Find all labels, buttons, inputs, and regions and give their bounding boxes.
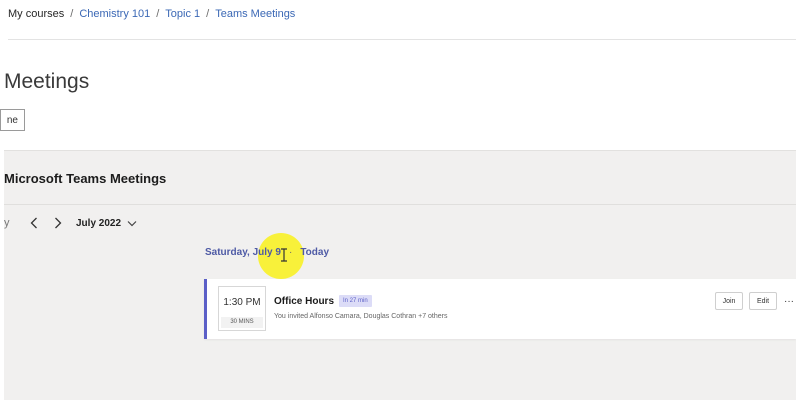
page-action-button[interactable]: ne [0,109,25,131]
month-selector[interactable]: July 2022 [76,218,121,229]
breadcrumb-chemistry-101[interactable]: Chemistry 101 [79,8,150,20]
chevron-left-icon[interactable] [22,213,46,233]
page: My courses / Chemistry 101 / Topic 1 / T… [0,0,796,400]
breadcrumb: My courses / Chemistry 101 / Topic 1 / T… [8,8,295,20]
date-header: Saturday, July 9 · Today [205,247,329,258]
edit-button[interactable]: Edit [749,292,777,310]
meeting-duration: 30 MINS [221,317,263,328]
page-title: Meetings [4,70,90,93]
breadcrumb-separator: / [70,8,74,20]
join-button[interactable]: Join [715,292,743,310]
teams-meetings-panel: Microsoft Teams Meetings y July 2022 Sat… [4,150,796,400]
meeting-invite-text: You invited Alfonso Camara, Douglas Coth… [274,313,448,320]
date-label: Saturday, July 9 [205,247,281,258]
breadcrumb-separator: / [206,8,210,20]
meeting-time: 1:30 PM [223,297,261,308]
meeting-card[interactable]: 1:30 PM 30 MINS Office Hours In 27 min Y… [204,279,796,339]
panel-divider [4,204,796,205]
breadcrumb-separator: / [156,8,160,20]
today-link[interactable]: Today [300,247,329,258]
calendar-nav: y July 2022 [4,213,137,233]
text-cursor-icon [281,248,287,262]
breadcrumb-topic-1[interactable]: Topic 1 [165,8,200,20]
teams-panel-title: Microsoft Teams Meetings [4,171,167,186]
meeting-status-badge: In 27 min [339,295,372,307]
header-divider [8,39,796,40]
meeting-time-box: 1:30 PM 30 MINS [218,286,266,331]
breadcrumb-teams-meetings[interactable]: Teams Meetings [215,8,295,20]
more-options-icon[interactable]: ··· [782,292,796,310]
breadcrumb-my-courses[interactable]: My courses [8,8,64,20]
meeting-title[interactable]: Office Hours [274,296,334,307]
date-separator: · [288,247,293,258]
chevron-down-icon[interactable] [127,220,137,227]
today-nav-button[interactable]: y [4,217,22,229]
chevron-right-icon[interactable] [46,213,70,233]
